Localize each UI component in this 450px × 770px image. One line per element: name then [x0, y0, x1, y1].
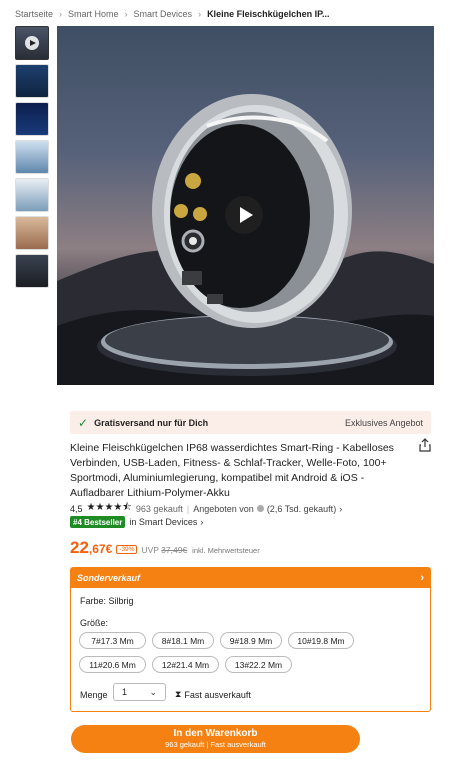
breadcrumb-separator: › — [198, 9, 202, 19]
product-title: Kleine Fleischkügelchen IP68 wasserdicht… — [70, 442, 394, 499]
price-decimal: ,67€ — [88, 542, 113, 556]
size-option[interactable]: 9#18.9 Mm — [220, 632, 282, 649]
check-icon: ✓ — [78, 415, 89, 430]
rating-row: 4,5 ★★★★⯪ 963 gekauft | Angeboten von (2… — [70, 500, 342, 517]
uvp-price: 37,49€ — [161, 545, 188, 555]
price-integer: 22 — [70, 538, 89, 557]
share-icon[interactable] — [418, 438, 432, 452]
bestseller-category[interactable]: in Smart Devices — [129, 517, 197, 527]
add-to-cart-sub: 963 gekauft | Fast ausverkauft — [165, 740, 266, 749]
soldout-text: Fast ausverkauft — [184, 689, 251, 700]
shipping-banner: ✓ Gratisversand nur für Dich Exklusives … — [70, 411, 431, 434]
sold-count: 963 gekauft — [135, 503, 183, 514]
incl-tax: inkl. Mehrwertsteuer — [192, 546, 260, 555]
price-row: 22,67€ -39% UVP 37,49€ inkl. Mehrwertste… — [70, 538, 260, 558]
special-sale-header[interactable]: Sonderverkauf › — [71, 568, 430, 588]
special-sale-box: Sonderverkauf › Farbe: Silbrig Größe: 7#… — [70, 567, 431, 712]
quantity-select[interactable]: 1 ⌄ — [113, 683, 166, 701]
product-hero-image[interactable] — [57, 26, 434, 385]
chevron-down-icon: ⌄ — [149, 686, 157, 697]
size-option[interactable]: 11#20.6 Mm — [79, 656, 146, 673]
thumbnail-sleep-tracking[interactable] — [15, 140, 49, 174]
add-to-cart-label: In den Warenkorb — [173, 728, 258, 739]
thumbnail-gallery — [15, 26, 49, 292]
seller-sold-count[interactable]: (2,6 Tsd. gekauft) — [267, 504, 336, 514]
size-option[interactable]: 13#22.2 Mm — [225, 656, 292, 673]
uvp-label: UVP — [141, 545, 159, 555]
hourglass-icon: ⧗ — [175, 689, 182, 699]
size-option[interactable]: 12#21.4 Mm — [152, 656, 219, 673]
star-rating[interactable]: ★★★★⯪ — [87, 500, 132, 517]
soldout-notice: ⧗ Fast ausverkauft — [175, 689, 251, 700]
chevron-right-icon[interactable]: › — [339, 504, 342, 514]
quantity-label: Menge — [80, 690, 108, 700]
exclusive-offer: Exklusives Angebot — [344, 417, 423, 428]
breadcrumb-home[interactable]: Startseite — [15, 9, 53, 19]
size-option[interactable]: 10#19.8 Mm — [288, 632, 354, 649]
offered-by-label: Angeboten von — [193, 503, 254, 514]
breadcrumb-separator: › — [124, 9, 128, 19]
play-icon — [25, 36, 39, 50]
bestseller-row[interactable]: #4 Bestseller in Smart Devices › — [70, 516, 203, 528]
size-option[interactable]: 8#18.1 Mm — [152, 632, 214, 649]
bestseller-badge: #4 Bestseller — [70, 516, 126, 528]
breadcrumb-smart-home[interactable]: Smart Home — [68, 9, 119, 19]
seller-avatar-icon[interactable] — [256, 505, 264, 512]
thumbnail-app[interactable] — [15, 178, 49, 212]
color-label: Farbe: Silbrig — [80, 596, 134, 606]
uvp: UVP 37,49€ — [141, 545, 187, 555]
thumbnail-ring[interactable] — [15, 254, 49, 288]
chevron-right-icon[interactable]: › — [420, 572, 424, 584]
rating-value: 4,5 — [70, 503, 83, 514]
price: 22,67€ — [70, 538, 112, 558]
size-option[interactable]: 7#17.3 Mm — [79, 632, 146, 649]
breadcrumb-current: Kleine Fleischkügelchen IP... — [207, 9, 330, 19]
thumbnail-sleep[interactable] — [15, 102, 49, 136]
breadcrumb-smart-devices[interactable]: Smart Devices — [134, 9, 193, 19]
breadcrumb-separator: › — [59, 9, 63, 19]
special-sale-title: Sonderverkauf — [77, 573, 141, 583]
size-label: Größe: — [80, 618, 109, 628]
add-to-cart-button[interactable]: In den Warenkorb 963 gekauft | Fast ausv… — [71, 725, 360, 753]
play-icon[interactable] — [225, 196, 263, 234]
thumbnail-woman[interactable] — [15, 216, 49, 250]
discount-badge: -39% — [116, 545, 138, 554]
shipping-text: Gratisversand nur für Dich — [94, 417, 209, 428]
thumbnail-video[interactable] — [15, 26, 49, 60]
breadcrumb: Startseite › Smart Home › Smart Devices … — [15, 9, 329, 19]
quantity-value: 1 — [122, 687, 128, 697]
divider: | — [186, 503, 190, 514]
thumbnail-waterproof[interactable] — [15, 64, 49, 98]
chevron-right-icon[interactable]: › — [200, 517, 203, 527]
